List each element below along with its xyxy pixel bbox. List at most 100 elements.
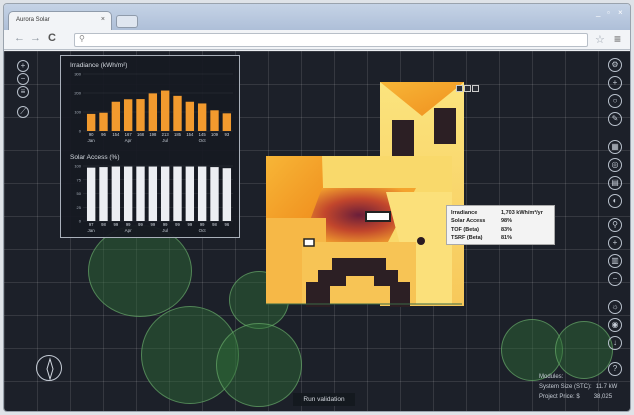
irradiance-value-label: 213 (162, 132, 170, 137)
camera-icon[interactable]: ◉ (608, 318, 622, 332)
tooltip-value: 83% (501, 226, 513, 233)
add-icon[interactable]: + (608, 76, 622, 90)
roof-model[interactable] (266, 82, 466, 312)
solar-access-value-label: 96 (224, 222, 229, 227)
maximize-button[interactable]: ▫ (607, 8, 610, 17)
tooltip-key: TOF (Beta) (451, 226, 480, 233)
tooltip-key: Solar Access (451, 218, 486, 225)
solar-access-value-label: 99 (138, 222, 143, 227)
compass-icon[interactable] (36, 355, 62, 381)
irradiance-x-tick-label: Apr (125, 138, 133, 143)
solar-access-value-label: 97 (89, 222, 94, 227)
settings-icon[interactable]: ⚙ (608, 58, 622, 72)
zoom-out-icon[interactable]: − (17, 73, 29, 85)
irradiance-x-tick-label: Jan (88, 138, 96, 143)
irradiance-x-tick-label: Jul (162, 138, 168, 143)
solar-access-value-label: 99 (163, 222, 168, 227)
bookmark-star-icon[interactable]: ☆ (595, 33, 605, 46)
tooltip-row: TSRF (Beta) 81% (451, 234, 550, 242)
irradiance-tooltip: Irradiance 1,703 kWh/m²/yr Solar Access 98… (446, 205, 555, 245)
roof-view-tab[interactable] (464, 85, 471, 92)
search-icon: ⚲ (79, 34, 85, 43)
layers-icon[interactable]: ≡ (17, 86, 29, 98)
irradiance-bar (123, 99, 133, 131)
solar-access-bar (173, 166, 182, 221)
tooltip-row: Irradiance 1,703 kWh/m²/yr (451, 209, 550, 217)
run-validation-button[interactable]: Run validation (293, 393, 355, 406)
solar-access-value-label: 99 (187, 222, 192, 227)
irradiance-value-label: 96 (101, 132, 106, 137)
irradiance-charts-svg: 300 200 100 0 90 96 154 167 168 198 213 185 154 145 10… (74, 72, 233, 233)
panel-icon[interactable]: ▦ (608, 140, 622, 154)
solar-access-bar (185, 166, 195, 221)
irradiance-panel: Irradiance (kWh/m²) Solar Access (%) 300… (60, 55, 240, 238)
browser-tab[interactable]: Aurora Solar × (8, 11, 112, 30)
zoom-in-icon[interactable]: + (17, 60, 29, 72)
solar-access-value-label: 98 (212, 222, 217, 227)
download-icon[interactable]: ↓ (608, 336, 622, 350)
reload-button[interactable]: C (48, 32, 56, 44)
roof-view-tab[interactable] (456, 85, 463, 92)
irradiance-bar (173, 95, 182, 131)
tab-strip: Aurora Solar × _ ▫ × (4, 4, 630, 30)
modules-label: Modules: (539, 374, 564, 380)
solar-access-value-label: 98 (101, 222, 106, 227)
irradiance-value-label: 145 (199, 132, 207, 137)
minus-icon[interactable]: − (608, 272, 622, 286)
solar-access-value-label: 99 (200, 222, 205, 227)
roof-view-tab[interactable] (472, 85, 479, 92)
shade-icon[interactable]: ◐ (608, 194, 622, 208)
irradiance-bar (160, 90, 170, 131)
solar-access-bar (86, 167, 96, 221)
solar-access-bar (197, 166, 207, 221)
back-button[interactable]: ← (14, 32, 25, 44)
irradiance-bar (197, 103, 207, 131)
search-icon[interactable]: ⚲ (608, 218, 622, 232)
ruler-icon[interactable]: ⟋ (17, 106, 29, 118)
irradiance-value-label: 154 (186, 132, 194, 137)
irradiance-value-label: 167 (125, 132, 133, 137)
tree-shade[interactable] (216, 323, 302, 407)
irradiance-bar (86, 113, 96, 131)
irradiance-value-label: 109 (211, 132, 219, 137)
roof-vent (365, 211, 391, 222)
solar-panel-array[interactable] (434, 108, 456, 144)
solar-access-x-tick-label: Jul (162, 228, 168, 233)
solar-access-bar (160, 166, 170, 221)
irradiance-value-label: 185 (174, 132, 182, 137)
solar-access-x-tick-label: Jan (88, 228, 96, 233)
irradiance-bar (111, 101, 121, 131)
grid-icon[interactable]: ▤ (608, 176, 622, 190)
irradiance-value-label: 90 (89, 132, 94, 137)
irradiance-bar (148, 93, 158, 131)
browser-toolbar: ← → C ⚲ ☆ ≡ (4, 30, 630, 50)
solar-access-bar (111, 166, 121, 221)
solar-access-bar (136, 166, 145, 221)
target-icon[interactable]: ◎ (608, 158, 622, 172)
plus-icon[interactable]: + (608, 236, 622, 250)
solar-access-y-tick-label: 50 (77, 191, 82, 196)
circle-icon[interactable]: ○ (608, 94, 622, 108)
minimize-button[interactable]: _ (596, 8, 600, 17)
tab-close-icon[interactable]: × (101, 16, 105, 23)
address-bar[interactable]: ⚲ (74, 33, 588, 47)
roof-vent (303, 238, 315, 247)
irradiance-value-label: 198 (149, 132, 157, 137)
pencil-icon[interactable]: ✎ (608, 112, 622, 126)
solar-access-value-label: 99 (126, 222, 131, 227)
close-window-button[interactable]: × (618, 8, 623, 17)
solar-access-bar (123, 166, 133, 221)
irradiance-bar (99, 112, 108, 131)
forward-button[interactable]: → (30, 32, 41, 44)
tooltip-value: 1,703 kWh/m²/yr (501, 210, 543, 216)
solar-access-bar (222, 168, 232, 221)
sun-icon[interactable]: ☼ (608, 300, 622, 314)
delete-icon[interactable]: ▥ (608, 254, 622, 268)
irradiance-value-label: 168 (137, 132, 145, 137)
tooltip-value: 81% (501, 235, 513, 242)
browser-menu-icon[interactable]: ≡ (614, 32, 621, 46)
irradiance-bar (222, 113, 232, 131)
tree-shade[interactable] (555, 321, 613, 379)
roof-view-tabs (456, 79, 480, 97)
new-tab-button[interactable] (116, 15, 138, 28)
